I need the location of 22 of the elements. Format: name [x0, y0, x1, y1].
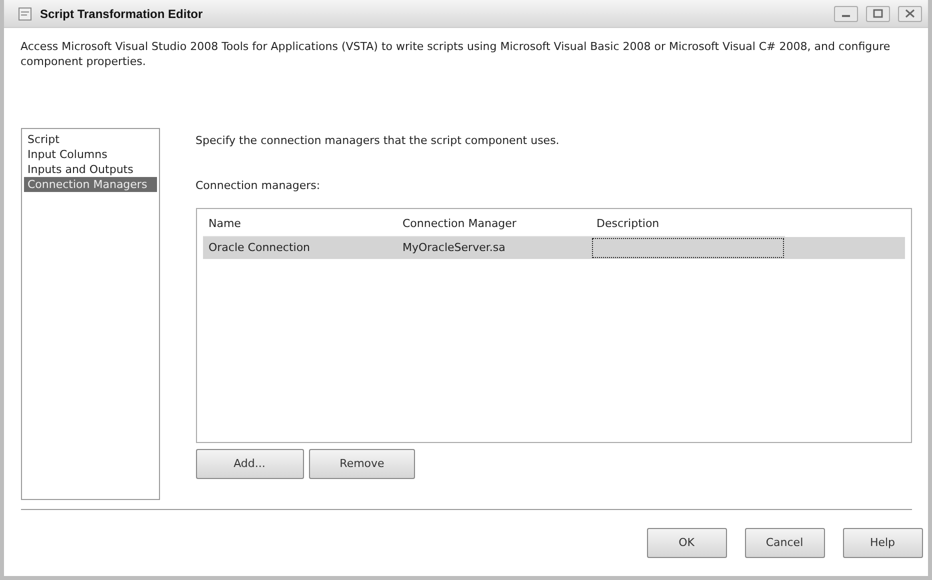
dialog-button[interactable]: OK: [646, 528, 726, 558]
close-icon: [905, 9, 915, 18]
page-item[interactable]: Connection Managers: [24, 177, 156, 192]
minimize-button[interactable]: [834, 6, 858, 22]
page-item[interactable]: Script: [24, 132, 156, 147]
table-cell-text: MyOracleServer.sa: [402, 240, 506, 256]
list-label: Connection managers:: [196, 178, 322, 194]
app-icon: [18, 6, 32, 20]
page-item[interactable]: Inputs and Outputs: [24, 162, 156, 177]
maximize-button[interactable]: [866, 6, 890, 22]
table-row[interactable]: Oracle Connection MyOracleServer.sa: [202, 236, 904, 258]
description-text: Access Microsoft Visual Studio 2008 Tools for Applications (VSTA) to write scripts using Microsoft Visual Basic 2008 or Microsoft Visual C# 2008, and configure component properties.: [20, 39, 892, 69]
dialog-button[interactable]: Help: [842, 528, 922, 558]
window-title: Script Transformation Editor: [40, 6, 204, 22]
instruction-text: Specify the connection managers that the script component uses.: [196, 133, 560, 149]
table-cell-text: Oracle Connection: [208, 240, 312, 256]
page-item[interactable]: Input Columns: [24, 147, 156, 162]
dialog-button[interactable]: Cancel: [744, 528, 824, 558]
maximize-icon: [873, 9, 883, 18]
table-button[interactable]: Remove: [309, 448, 415, 479]
table-button[interactable]: Add...: [196, 448, 304, 479]
close-button[interactable]: [898, 6, 922, 22]
